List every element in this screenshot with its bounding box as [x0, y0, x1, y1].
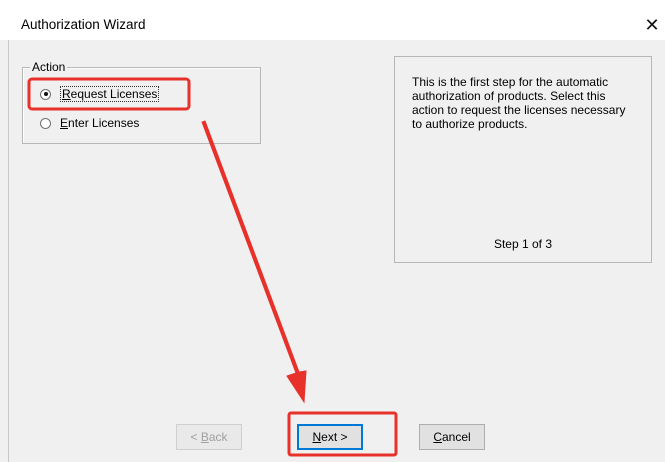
radio-selected-indicator[interactable]	[40, 88, 51, 100]
title-bar: Authorization Wizard ✕	[0, 0, 665, 41]
info-description: This is the first step for the automatic…	[412, 75, 626, 131]
left-window-edge	[0, 40, 9, 462]
back-button[interactable]: < Back	[176, 424, 242, 450]
step-indicator: Step 1 of 3	[493, 237, 553, 251]
radio-unselected-indicator[interactable]	[40, 117, 51, 129]
close-icon[interactable]: ✕	[641, 14, 663, 36]
radio-request-licenses[interactable]: Request Licenses	[40, 85, 210, 103]
next-button[interactable]: Next >	[297, 424, 363, 450]
radio-enter-licenses-label: Enter Licenses	[60, 116, 140, 130]
cancel-button[interactable]: Cancel	[419, 424, 485, 450]
action-group-label: Action	[30, 60, 68, 74]
radio-request-licenses-label: Request Licenses	[60, 86, 160, 102]
action-groupbox	[22, 67, 261, 144]
window-title: Authorization Wizard	[21, 17, 146, 32]
radio-enter-licenses[interactable]: Enter Licenses	[40, 114, 210, 132]
